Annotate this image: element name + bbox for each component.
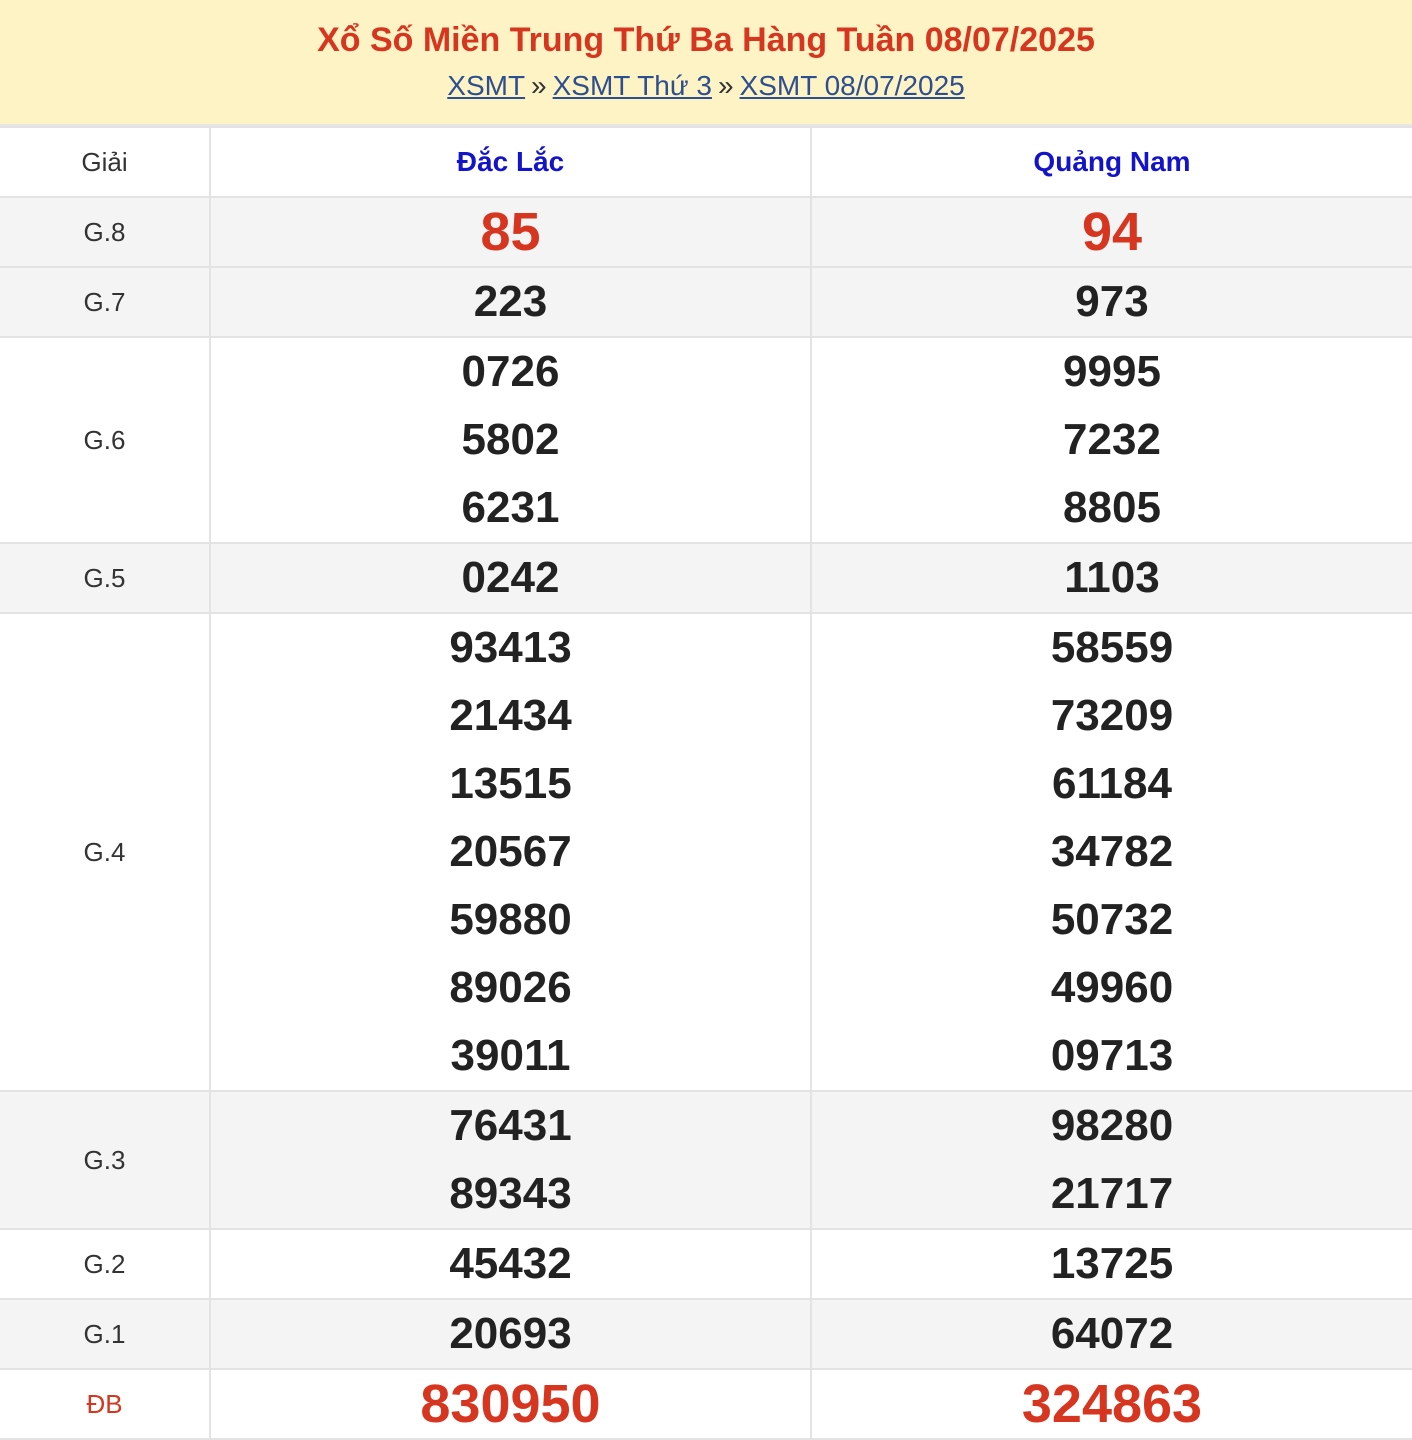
prize-number: 5802 [461,415,560,464]
prize-row-g7: G.7 223 973 [0,266,1412,338]
prize-label: G.7 [0,266,211,338]
prize-row-special: ĐB 830950 324863 [0,1368,1412,1440]
prize-cell: 85 [209,196,812,268]
prize-cell: 64072 [810,1298,1412,1370]
prize-cell: 324863 [810,1368,1412,1440]
prize-number: 8805 [1063,483,1161,532]
prize-number: 34782 [1050,827,1174,876]
prize-number: 21434 [449,691,572,740]
prize-label: G.6 [0,336,211,544]
prize-label: G.8 [0,196,211,268]
prize-number: 20693 [449,1309,572,1358]
prize-number: 0726 [461,347,560,396]
prize-cell: 973 [810,266,1412,338]
prize-number: 45432 [449,1239,572,1288]
breadcrumb-separator: » [531,70,547,101]
province-header-quang-nam[interactable]: Quảng Nam [810,126,1412,198]
prize-number: 94 [1081,202,1143,262]
prize-number: 13725 [1050,1239,1174,1288]
prize-number: 21717 [1050,1169,1174,1218]
prize-number: 973 [1075,277,1149,326]
prize-number: 89343 [449,1169,572,1218]
prize-row-g3: G.3 76431 89343 98280 21717 [0,1090,1412,1230]
prize-cell: 0242 [209,542,812,614]
prize-number: 7232 [1063,415,1161,464]
prize-row-g8: G.8 85 94 [0,196,1412,268]
special-prize-number: 324863 [1021,1374,1203,1434]
prize-cell: 0726 5802 6231 [209,336,812,544]
prize-row-g1: G.1 20693 64072 [0,1298,1412,1370]
prize-number: 89026 [449,963,572,1012]
prize-cell: 76431 89343 [209,1090,812,1230]
prize-number: 49960 [1050,963,1174,1012]
breadcrumb-link-xsmt-date[interactable]: XSMT 08/07/2025 [740,70,965,101]
results-table: Giải Đắc Lắc Quảng Nam G.8 85 94 G.7 223… [0,126,1412,1440]
special-prize-number: 830950 [420,1374,601,1434]
prize-row-g4: G.4 93413 21434 13515 20567 59880 89026 … [0,612,1412,1092]
page-title: Xổ Số Miền Trung Thứ Ba Hàng Tuần 08/07/… [317,21,1095,59]
prize-number: 64072 [1050,1309,1174,1358]
prize-label-special: ĐB [0,1368,211,1440]
prize-number: 61184 [1052,759,1172,808]
prize-label: G.2 [0,1228,211,1300]
prize-label: G.4 [0,612,211,1092]
prize-label: G.3 [0,1090,211,1230]
prize-number: 13515 [449,759,572,808]
table-header-row: Giải Đắc Lắc Quảng Nam [0,126,1412,198]
prize-row-g6: G.6 0726 5802 6231 9995 7232 8805 [0,336,1412,544]
prize-cell: 98280 21717 [810,1090,1412,1230]
prize-number: 0242 [461,553,560,602]
prize-number: 1103 [1064,553,1160,602]
prize-number: 76431 [449,1101,572,1150]
prize-number: 93413 [449,623,572,672]
prize-cell: 20693 [209,1298,812,1370]
prize-number: 9995 [1063,347,1161,396]
prize-row-g5: G.5 0242 1103 [0,542,1412,614]
prize-cell: 9995 7232 8805 [810,336,1412,544]
prize-number: 58559 [1050,623,1174,672]
breadcrumb-link-xsmt-thu-3[interactable]: XSMT Thứ 3 [553,70,712,101]
province-header-dac-lac[interactable]: Đắc Lắc [209,126,812,198]
breadcrumb-separator: » [717,70,734,101]
breadcrumb-link-xsmt[interactable]: XSMT [447,70,525,101]
prize-column-header: Giải [0,126,211,198]
prize-number: 20567 [449,827,572,876]
breadcrumb: XSMT» XSMT Thứ 3» XSMT 08/07/2025 [0,68,1412,104]
prize-row-g2: G.2 45432 13725 [0,1228,1412,1300]
prize-cell: 58559 73209 61184 34782 50732 49960 0971… [810,612,1412,1092]
prize-cell: 13725 [810,1228,1412,1300]
prize-label: G.1 [0,1298,211,1370]
prize-cell: 830950 [209,1368,812,1440]
prize-number: 223 [473,277,548,326]
prize-number: 6231 [461,483,560,532]
prize-number: 50732 [1050,895,1174,944]
prize-cell: 1103 [810,542,1412,614]
prize-number: 59880 [449,895,572,944]
prize-number: 39011 [450,1031,571,1080]
prize-number: 85 [480,202,541,262]
prize-number: 09713 [1050,1031,1174,1080]
prize-number: 98280 [1050,1101,1174,1150]
prize-cell: 223 [209,266,812,338]
prize-cell: 45432 [209,1228,812,1300]
prize-number: 73209 [1050,691,1174,740]
prize-label: G.5 [0,542,211,614]
page-header: Xổ Số Miền Trung Thứ Ba Hàng Tuần 08/07/… [0,0,1412,126]
prize-cell: 93413 21434 13515 20567 59880 89026 3901… [209,612,812,1092]
prize-cell: 94 [810,196,1412,268]
